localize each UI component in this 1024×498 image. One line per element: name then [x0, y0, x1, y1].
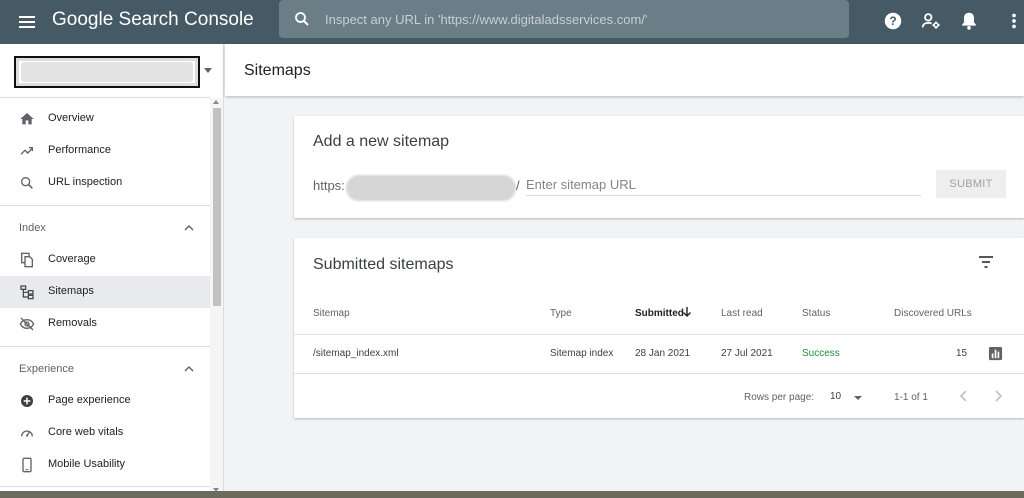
speed-gauge-icon — [21, 430, 33, 437]
url-inspection-searchbox[interactable] — [279, 0, 849, 38]
rows-per-page-value: 10 — [830, 391, 842, 402]
sidebar-divider — [0, 486, 210, 487]
column-header-status[interactable]: Status — [802, 308, 830, 319]
top-app-bar: Google Search Console ? — [0, 0, 1024, 44]
sidebar-item-core-web-vitals[interactable]: Core web vitals — [0, 417, 210, 449]
rows-per-page-label: Rows per page: — [744, 392, 815, 403]
scrollbar-thumb[interactable] — [213, 108, 221, 306]
row-discovered-urls: 15 — [956, 348, 968, 359]
sidebar-item-performance[interactable]: Performance — [0, 135, 210, 167]
menu-icon[interactable] — [16, 11, 40, 33]
svg-text:?: ? — [889, 14, 896, 28]
taskbar-strip — [0, 491, 1024, 498]
rows-per-page-select[interactable]: 10 — [830, 389, 866, 405]
column-header-type[interactable]: Type — [550, 308, 572, 319]
table-divider — [294, 334, 1024, 335]
sidebar-divider — [0, 97, 210, 98]
column-header-last-read[interactable]: Last read — [721, 308, 763, 319]
sitemap-url-input[interactable] — [526, 174, 921, 196]
submit-button[interactable]: SUBMIT — [936, 170, 1006, 198]
scroll-up-arrow[interactable] — [213, 100, 219, 104]
chevron-left-icon[interactable] — [957, 388, 971, 404]
file-copy-icon — [21, 252, 33, 268]
sidebar-item-url-inspection[interactable]: URL inspection — [0, 167, 210, 199]
sidebar-item-page-experience[interactable]: Page experience — [0, 385, 210, 417]
add-sitemap-title: Add a new sitemap — [313, 133, 450, 150]
sitemap-icon — [20, 285, 34, 300]
bell-icon[interactable] — [958, 10, 980, 32]
smartphone-icon — [22, 457, 32, 473]
column-header-discovered-urls[interactable]: Discovered URLs — [894, 308, 972, 319]
add-circle-icon — [21, 395, 33, 407]
sidebar-scrollbar[interactable] — [210, 98, 223, 498]
sitemap-url-slash: / — [516, 178, 520, 193]
chevron-right-icon[interactable] — [991, 388, 1005, 404]
url-inspection-input[interactable] — [325, 8, 835, 30]
property-selector[interactable] — [14, 56, 200, 88]
column-header-submitted[interactable]: Submitted — [635, 308, 684, 319]
redacted-property — [21, 62, 193, 82]
eye-off-icon — [19, 317, 35, 331]
sidebar: Overview Performance URL inspection Inde… — [0, 44, 224, 498]
app-logo: Google Search Console — [52, 9, 254, 30]
submitted-sitemaps-card: Submitted sitemaps Sitemap Type Submitte… — [294, 238, 1024, 418]
row-sitemap: /sitemap_index.xml — [313, 348, 399, 359]
sidebar-item-coverage[interactable]: Coverage — [0, 244, 210, 276]
row-status: Success — [802, 348, 840, 359]
row-type: Sitemap index — [550, 348, 614, 359]
bar-chart-icon[interactable] — [988, 346, 1003, 361]
add-sitemap-card: Add a new sitemap https: / SUBMIT — [294, 116, 1024, 218]
row-submitted: 28 Jan 2021 — [635, 348, 691, 359]
sitemap-url-prefix: https: — [313, 178, 345, 193]
caret-down-icon — [854, 396, 862, 400]
search-icon — [20, 177, 33, 189]
search-icon — [295, 12, 309, 26]
page-title: Sitemaps — [244, 62, 311, 79]
sidebar-divider — [0, 346, 210, 347]
more-vert-icon[interactable] — [1008, 10, 1020, 32]
column-header-sitemap[interactable]: Sitemap — [313, 308, 350, 319]
sidebar-item-sitemaps[interactable]: Sitemaps — [0, 276, 210, 308]
filter-icon[interactable] — [978, 255, 994, 269]
sidebar-item-overview[interactable]: Overview — [0, 103, 210, 135]
manage-users-icon[interactable] — [920, 10, 942, 32]
property-dropdown-caret[interactable] — [204, 68, 212, 73]
page-header: Sitemaps — [225, 44, 1024, 96]
home-icon — [20, 113, 34, 125]
redacted-domain — [346, 175, 516, 201]
pagination-range: 1-1 of 1 — [894, 392, 928, 403]
arrow-down-icon[interactable] — [682, 306, 692, 318]
submitted-sitemaps-title: Submitted sitemaps — [313, 256, 454, 273]
sidebar-item-removals[interactable]: Removals — [0, 308, 210, 340]
help-icon[interactable]: ? — [882, 10, 904, 32]
sidebar-divider — [0, 205, 210, 206]
sidebar-item-mobile-usability[interactable]: Mobile Usability — [0, 449, 210, 481]
section-index-header[interactable]: Index — [0, 214, 210, 242]
section-experience-header[interactable]: Experience — [0, 355, 210, 383]
chevron-up-icon — [184, 225, 194, 231]
trending-up-icon — [20, 147, 33, 155]
table-divider — [294, 373, 1024, 374]
chevron-up-icon — [184, 366, 194, 372]
row-last-read: 27 Jul 2021 — [721, 348, 773, 359]
